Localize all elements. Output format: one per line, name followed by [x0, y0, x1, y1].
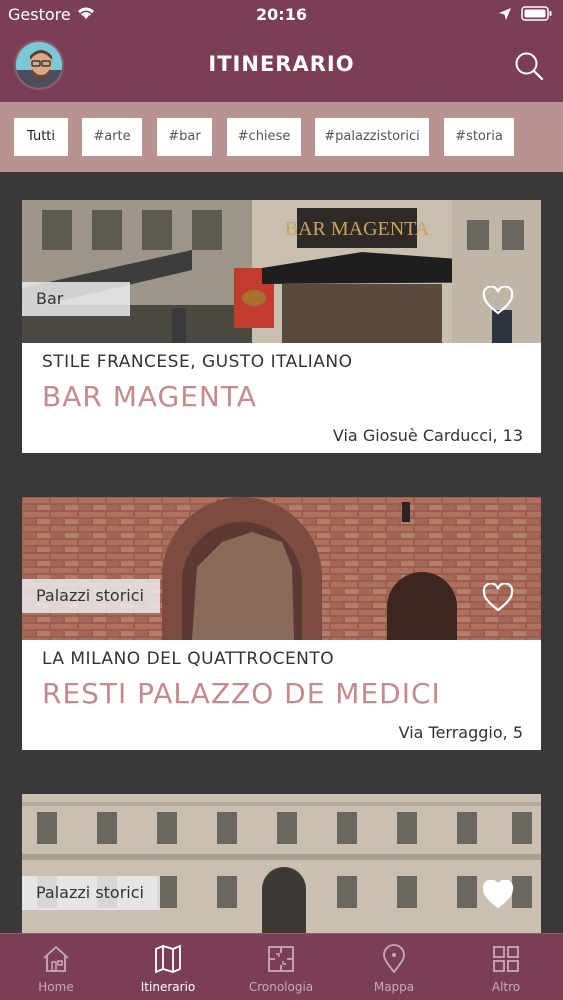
category-chip: Palazzi storici — [22, 876, 160, 910]
card-subtitle: STILE FRANCESE, GUSTO ITALIANO — [42, 352, 353, 372]
tab-mappa[interactable]: Mappa — [338, 934, 450, 1000]
tag-arte[interactable]: #arte — [82, 118, 142, 156]
tab-itinerario[interactable]: Itinerario — [112, 934, 224, 1000]
card-subtitle: LA MILANO DEL QUATTROCENTO — [42, 649, 335, 669]
heart-outline-icon[interactable] — [482, 582, 514, 613]
card-title: BAR MAGENTA — [42, 380, 257, 413]
page-title: ITINERARIO — [208, 52, 355, 76]
home-icon — [41, 944, 71, 974]
grid-icon — [491, 944, 521, 974]
place-photo — [22, 497, 541, 640]
tab-label: Cronologia — [248, 980, 314, 994]
tag-bar[interactable]: #bar — [157, 118, 212, 156]
bar-sign-text: BAR MAGENTA — [285, 218, 430, 240]
tab-home[interactable]: Home — [0, 934, 112, 1000]
tag-chiese[interactable]: #chiese — [227, 118, 301, 156]
category-chip: Palazzi storici — [22, 579, 160, 613]
card-address: Via Terraggio, 5 — [398, 723, 523, 742]
place-card[interactable]: BAR MAGENTA Bar STILE FRANCESE, GUSTO IT… — [22, 200, 541, 453]
tab-altro[interactable]: Altro — [450, 934, 562, 1000]
battery-icon — [521, 6, 553, 26]
tag-storia[interactable]: #storia — [444, 118, 514, 156]
card-address: Via Giosuè Carducci, 13 — [332, 426, 523, 445]
tag-tutti[interactable]: Tutti — [14, 118, 68, 156]
tab-label: Altro — [491, 980, 521, 994]
place-card[interactable]: Palazzi storici LA MILANO DEL QUATTROCEN… — [22, 497, 541, 750]
place-photo: BAR MAGENTA — [22, 200, 541, 343]
category-chip: Bar — [22, 282, 130, 316]
heart-outline-icon[interactable] — [482, 285, 514, 316]
tab-label: Itinerario — [140, 980, 196, 994]
tag-palazzistorici[interactable]: #palazzistorici — [315, 118, 429, 156]
place-photo — [22, 794, 541, 933]
tab-bar: Home Itinerario Cronologia Mappa Altro — [0, 933, 563, 1000]
heart-filled-icon[interactable] — [482, 879, 514, 910]
tab-label: Home — [38, 980, 74, 994]
tab-label: Mappa — [373, 980, 415, 994]
pin-icon — [379, 944, 409, 974]
app-header: ITINERARIO — [0, 30, 563, 102]
map-icon — [153, 944, 183, 974]
timeline-icon — [266, 944, 296, 974]
status-bar: Gestore 20:16 — [0, 0, 563, 30]
place-card[interactable]: Palazzi storici — [22, 794, 541, 933]
card-title: RESTI PALAZZO DE MEDICI — [42, 677, 441, 710]
tab-cronologia[interactable]: Cronologia — [225, 934, 337, 1000]
tag-filter-bar: Tutti #arte #bar #chiese #palazzistorici… — [0, 102, 563, 172]
clock: 20:16 — [256, 5, 307, 24]
search-icon[interactable] — [513, 50, 545, 82]
location-arrow-icon — [498, 6, 512, 25]
